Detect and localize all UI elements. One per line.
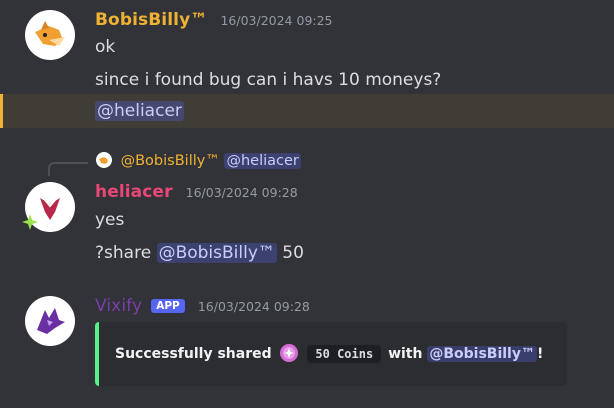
message-text: since i found bug can i havs 10 moneys? xyxy=(95,70,442,90)
timestamp: 16/03/2024 09:28 xyxy=(197,299,310,314)
mention-highlight xyxy=(0,94,614,128)
reply-author[interactable]: @BobisBilly™ xyxy=(121,153,220,169)
author-name[interactable]: heliacer xyxy=(95,182,173,202)
user-mention[interactable]: @heliacer xyxy=(95,101,184,121)
avatar-vixify[interactable] xyxy=(25,296,75,346)
timestamp: 16/03/2024 09:28 xyxy=(185,185,298,200)
app-badge: APP xyxy=(151,299,185,313)
reply-connector xyxy=(48,162,88,176)
embed: Successfully shared 50 Coins with @Bobis… xyxy=(95,322,567,386)
user-mention[interactable]: @BobisBilly™ xyxy=(156,243,277,263)
message-text: yes xyxy=(95,210,125,230)
author-name[interactable]: BobisBilly™ xyxy=(95,10,207,30)
dog-icon xyxy=(99,157,108,164)
embed-text: ! xyxy=(536,346,544,362)
dog-icon xyxy=(35,21,65,46)
command-text: ?share xyxy=(95,243,152,263)
timestamp: 16/03/2024 09:25 xyxy=(220,13,333,28)
wolf-icon xyxy=(37,308,65,334)
message-text: ?share @BobisBilly™ 50 xyxy=(95,243,304,263)
amount-text: 50 xyxy=(282,243,304,263)
message-text: @heliacer xyxy=(95,101,184,121)
avatar-bobisbilly[interactable] xyxy=(25,10,75,60)
sparkle-icon xyxy=(22,214,38,230)
author-name[interactable]: Vixify xyxy=(95,296,142,316)
embed-description: Successfully shared 50 Coins with @Bobis… xyxy=(115,343,543,363)
message-text: ok xyxy=(95,37,116,57)
embed-text: with xyxy=(388,346,423,362)
embed-text: Successfully shared xyxy=(115,346,272,362)
reply-reference[interactable]: @BobisBilly™ @heliacer xyxy=(96,152,301,169)
reply-mention[interactable]: @heliacer xyxy=(224,153,301,169)
user-mention[interactable]: @BobisBilly™ xyxy=(427,346,537,362)
reply-avatar xyxy=(96,152,112,168)
coin-amount: 50 Coins xyxy=(307,345,382,363)
coin-icon xyxy=(279,343,299,363)
